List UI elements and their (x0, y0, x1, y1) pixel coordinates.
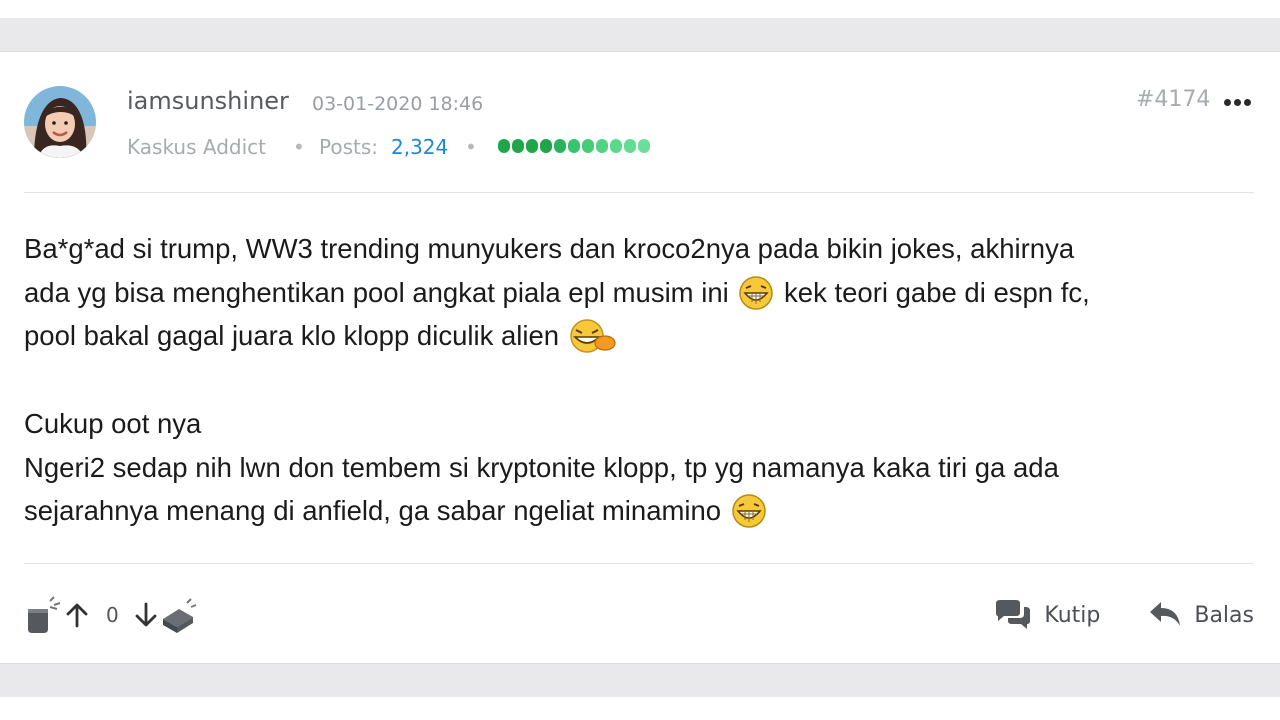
cendol-icon[interactable] (24, 595, 64, 635)
post-text-span: kek teori gabe di espn fc, (784, 276, 1090, 308)
posts-label: Posts: (319, 135, 379, 159)
reply-arrow-icon (1150, 602, 1181, 626)
reputation-pip (554, 139, 566, 153)
post-text-span: sejarahnya menang di anfield, ga sabar n… (24, 495, 722, 527)
post-text-span: ada yg bisa menghentikan pool angkat pia… (24, 276, 729, 308)
post-text-line: Ngeri2 sedap nih lwn don tembem si krypt… (24, 451, 1059, 483)
vote-bar: 0 (24, 593, 199, 637)
reputation-bar (498, 139, 650, 153)
reputation-pip (638, 139, 650, 153)
chat-bubbles-icon (996, 600, 1031, 629)
post-text-line: sejarahnya menang di anfield, ga sabar n… (24, 489, 1264, 533)
reputation-pip (610, 139, 622, 153)
grin-emoji-icon (732, 494, 766, 528)
arrow-down-icon[interactable] (133, 602, 159, 628)
post-number[interactable]: #4174 (1136, 87, 1210, 112)
reply-button[interactable]: Balas (1148, 600, 1254, 630)
quote-label: Kutip (1044, 602, 1101, 628)
post-text-line: Ba*g*ad si trump, WW3 trending munyukers… (24, 233, 1075, 264)
footer-divider (24, 563, 1254, 564)
vote-count: 0 (106, 603, 119, 627)
meta-separator: • (465, 135, 477, 159)
forum-post: iamsunshiner 03-01-2020 18:46 Kaskus Add… (0, 53, 1280, 663)
bata-icon[interactable] (159, 595, 199, 635)
laugh-emoji-icon (569, 319, 616, 354)
username[interactable]: iamsunshiner (127, 87, 289, 115)
reputation-pip (526, 139, 538, 153)
user-rank: Kaskus Addict (127, 135, 266, 159)
post-timestamp: 03-01-2020 18:46 (312, 93, 484, 115)
reputation-pip (582, 139, 594, 153)
quote-button[interactable]: Kutip (994, 599, 1100, 631)
reputation-pip (540, 139, 552, 153)
top-separator-band (0, 18, 1280, 52)
meta-separator: • (293, 135, 305, 159)
reputation-pip (568, 139, 580, 153)
more-options-icon[interactable] (1224, 97, 1256, 107)
reputation-pip (512, 139, 524, 153)
reply-label: Balas (1194, 602, 1254, 628)
post-actions: Kutip Balas (994, 593, 1254, 637)
reputation-pip (596, 139, 608, 153)
avatar[interactable] (24, 86, 96, 158)
reputation-pip (624, 139, 636, 153)
post-body: Ba*g*ad si trump, WW3 trending munyukers… (24, 227, 1264, 533)
reputation-pip (498, 139, 510, 153)
arrow-up-icon[interactable] (64, 602, 90, 628)
post-text-line: Cukup oot nya (24, 407, 202, 439)
post-text-line: ada yg bisa menghentikan pool angkat pia… (24, 271, 1264, 315)
post-text-span: pool bakal gagal juara klo klopp diculik… (24, 320, 560, 352)
posts-count[interactable]: 2,324 (391, 135, 448, 159)
grin-emoji-icon (739, 275, 774, 310)
header-divider (24, 192, 1254, 193)
bottom-separator-band (0, 663, 1280, 697)
post-text-line: pool bakal gagal juara klo klopp diculik… (24, 314, 1264, 358)
